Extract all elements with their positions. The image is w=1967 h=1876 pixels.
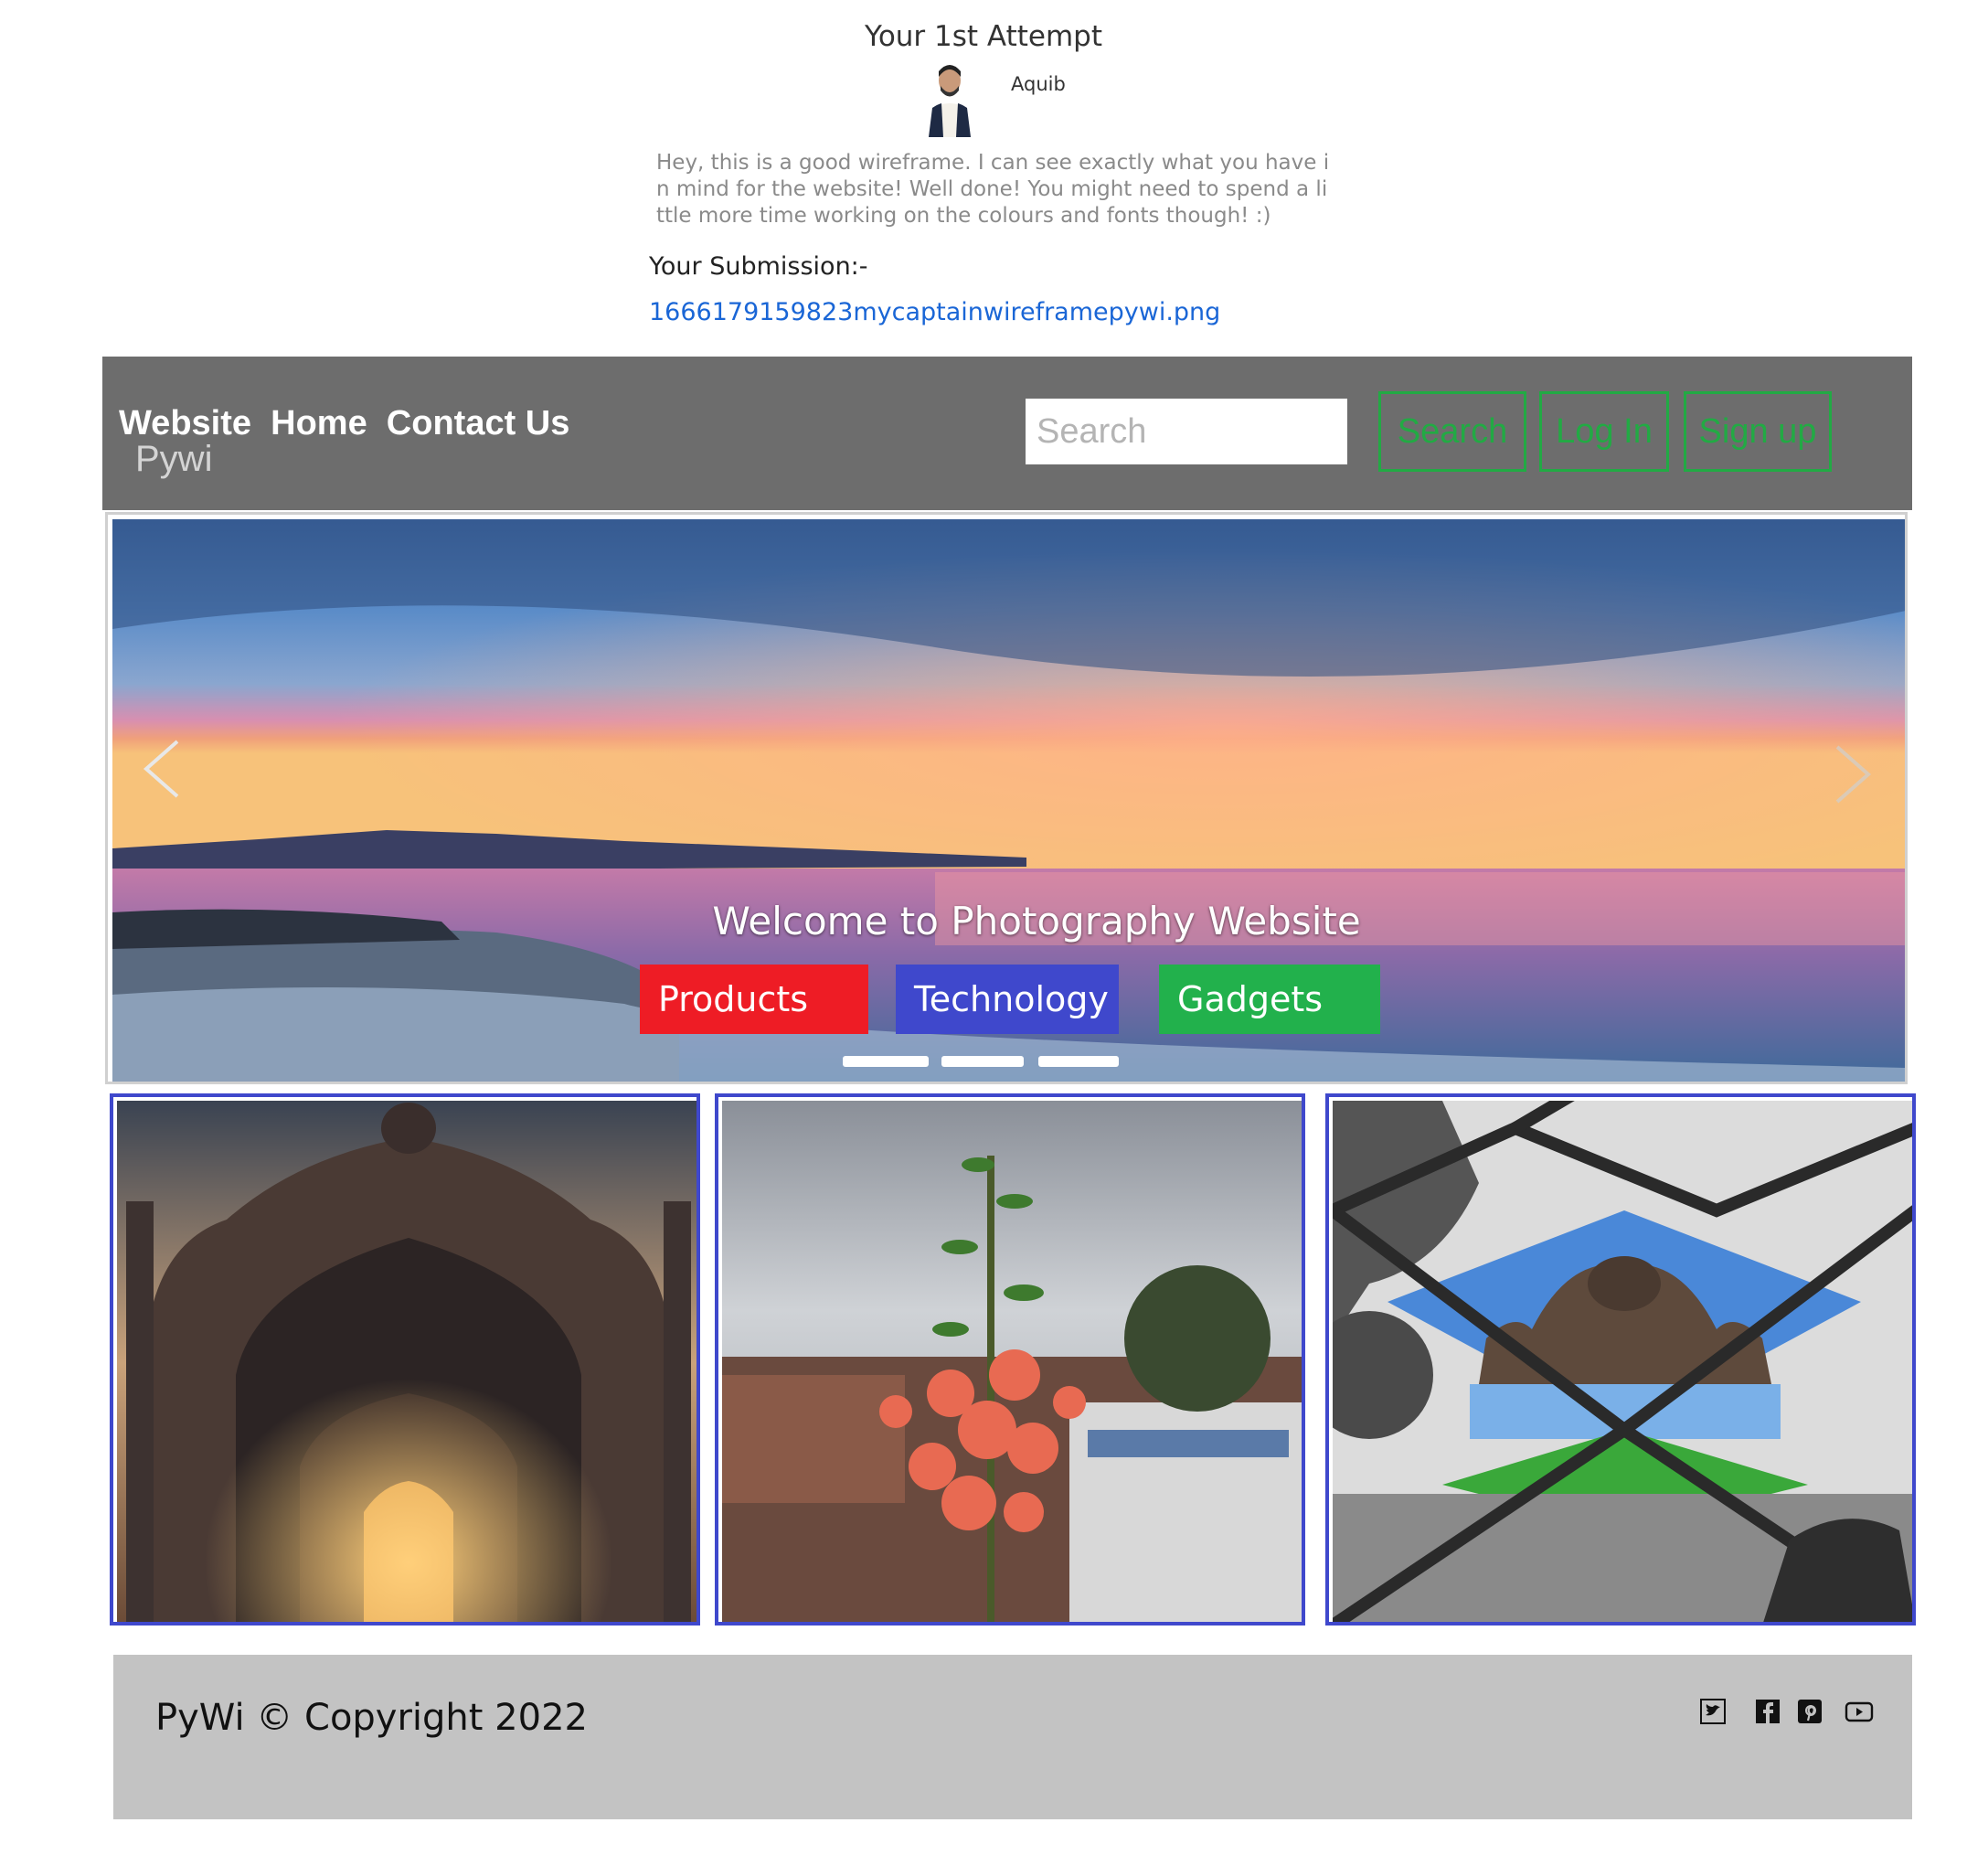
submission-label: Your Submission:- (649, 252, 868, 281)
carousel-caption: Welcome to Photography Website (712, 899, 1361, 943)
facebook-icon[interactable] (1755, 1699, 1781, 1724)
navbar: Website Home Contact Us Pywi Search Log … (102, 357, 1912, 510)
wireframe-preview: Website Home Contact Us Pywi Search Log … (102, 357, 1916, 1828)
gateway-image (117, 1101, 696, 1622)
fenced-monument-photo[interactable] (1325, 1093, 1916, 1626)
attempt-title: Your 1st Attempt (865, 20, 1102, 53)
chevron-right-icon[interactable] (1826, 738, 1877, 811)
pinterest-icon[interactable] (1797, 1699, 1823, 1724)
login-button[interactable]: Log In (1539, 391, 1669, 472)
hero-carousel: Welcome to Photography Website Products … (105, 512, 1908, 1084)
gateway-photo[interactable] (110, 1093, 700, 1626)
carousel-indicator[interactable] (843, 1056, 929, 1067)
search-input[interactable] (1026, 399, 1347, 464)
review-comment: Hey, this is a good wireframe. I can see… (656, 151, 1330, 228)
search-button[interactable]: Search (1378, 391, 1526, 472)
submission-file-link[interactable]: 1666179159823mycaptainwireframepywi.png (649, 298, 1220, 326)
reviewer-name: Aquib (1011, 73, 1066, 95)
products-button[interactable]: Products (640, 965, 868, 1034)
flower-image (722, 1101, 1302, 1622)
chevron-left-icon[interactable] (137, 732, 188, 805)
footer: PyWi © Copyright 2022 (113, 1655, 1912, 1819)
carousel-indicator[interactable] (1038, 1056, 1119, 1067)
brand-name: Pywi (135, 439, 213, 479)
carousel-indicator[interactable] (941, 1056, 1024, 1067)
gadgets-button[interactable]: Gadgets (1159, 965, 1380, 1034)
signup-button[interactable]: Sign up (1684, 391, 1832, 472)
fenced-monument-image (1333, 1101, 1912, 1622)
technology-button[interactable]: Technology (896, 965, 1119, 1034)
twitter-icon[interactable] (1700, 1699, 1726, 1724)
youtube-icon[interactable] (1845, 1699, 1874, 1724)
nav-menu-links[interactable]: Website Home Contact Us (119, 404, 569, 443)
copyright-text: PyWi © Copyright 2022 (155, 1697, 588, 1739)
reviewer-avatar (925, 60, 974, 137)
flower-photo[interactable] (715, 1093, 1305, 1626)
